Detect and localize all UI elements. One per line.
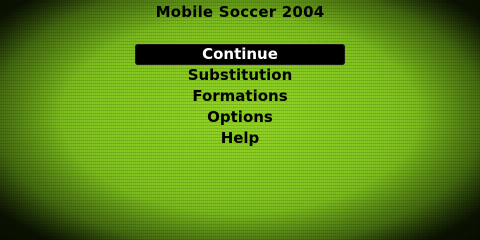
pause-menu: Continue Substitution Formations Options… xyxy=(0,44,480,149)
game-screen: Mobile Soccer 2004 Continue Substitution… xyxy=(0,0,480,240)
menu-item-formations[interactable]: Formations xyxy=(0,86,480,107)
game-title: Mobile Soccer 2004 xyxy=(155,3,325,21)
menu-item-help[interactable]: Help xyxy=(0,128,480,149)
menu-item-options[interactable]: Options xyxy=(0,107,480,128)
menu-item-continue[interactable]: Continue xyxy=(135,44,345,65)
menu-item-substitution[interactable]: Substitution xyxy=(0,65,480,86)
